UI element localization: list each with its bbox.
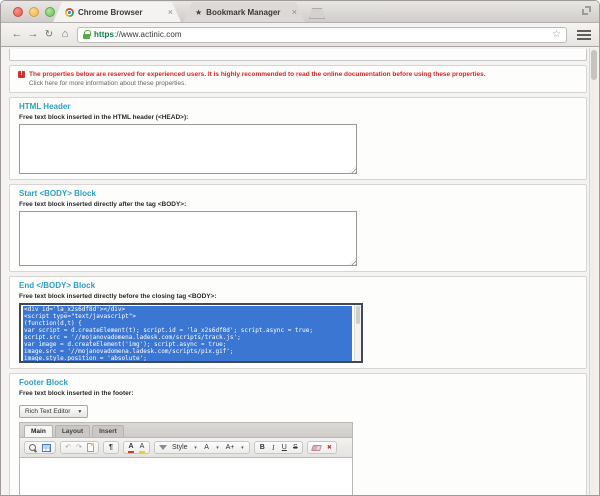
- code-line: script.src = '//mojanovadomena.ladesk.co…: [24, 334, 351, 341]
- pilcrow-icon[interactable]: ¶: [108, 444, 114, 452]
- code-line: (function(d,t) {: [24, 320, 351, 327]
- forward-button[interactable]: →: [25, 29, 41, 40]
- font-family-dropdown[interactable]: A: [204, 444, 210, 452]
- section-title: Footer Block: [19, 378, 577, 387]
- tab-close-icon[interactable]: ×: [168, 8, 173, 16]
- field-label: Free text block inserted in the footer:: [19, 390, 577, 397]
- font-color-button[interactable]: A: [128, 443, 134, 453]
- tab-label: Chrome Browser: [78, 8, 164, 17]
- tab-label: Bookmark Manager: [206, 8, 288, 17]
- code-line: var script = d.createElement(t); script.…: [24, 327, 351, 334]
- url-host: ://www.actinic.com: [114, 30, 182, 39]
- table-icon[interactable]: [42, 444, 51, 452]
- minimize-window-button[interactable]: [29, 7, 39, 17]
- editor-content-area[interactable]: [20, 458, 352, 496]
- bold-button[interactable]: B: [259, 444, 265, 452]
- font-size-dropdown[interactable]: A+: [226, 444, 235, 452]
- tab-strip: Chrome Browser × ★ Bookmark Manager ×: [53, 2, 325, 22]
- search-icon[interactable]: [29, 444, 37, 452]
- html-header-section: HTML Header Free text block inserted in …: [9, 97, 587, 180]
- start-body-textarea[interactable]: [19, 211, 357, 266]
- end-body-textarea[interactable]: <div id='la_x2s6df8d'></div><script type…: [19, 303, 363, 363]
- window-titlebar: Chrome Browser × ★ Bookmark Manager ×: [1, 1, 599, 23]
- code-line: image.src = '//mojanovadomena.ladesk.com…: [24, 348, 351, 355]
- editor-tab[interactable]: Layout: [55, 425, 90, 437]
- highlight-button[interactable]: A: [139, 443, 145, 453]
- tab-bookmark-manager[interactable]: ★ Bookmark Manager ×: [183, 2, 305, 22]
- editor-tab[interactable]: Main: [24, 425, 53, 437]
- settings-page: ! The properties below are reserved for …: [9, 47, 587, 496]
- redo-icon[interactable]: ↷: [76, 444, 82, 452]
- selected-option: Rich Text Editor: [25, 408, 70, 415]
- warning-text: The properties below are reserved for ex…: [29, 70, 486, 79]
- menu-icon[interactable]: [577, 30, 591, 40]
- chevron-down-icon: ▼: [77, 409, 82, 415]
- warning-icon: !: [18, 71, 25, 78]
- html-header-textarea[interactable]: [19, 124, 357, 174]
- tab-close-icon[interactable]: ×: [292, 8, 297, 16]
- chrome-logo-icon: [65, 8, 74, 17]
- eraser-icon[interactable]: [311, 445, 322, 451]
- star-icon: ★: [195, 8, 202, 17]
- url-scheme: https: [94, 30, 114, 39]
- scrollbar-thumb[interactable]: [591, 50, 597, 80]
- new-tab-button[interactable]: [309, 8, 325, 19]
- end-body-section: End </BODY> Block Free text block insert…: [9, 276, 587, 369]
- page-content: ! The properties below are reserved for …: [1, 47, 599, 496]
- navigation-toolbar: ← → ↻ ⌂ https://www.actinic.com ☆: [1, 23, 599, 47]
- section-title: HTML Header: [19, 102, 577, 111]
- window-controls: [13, 7, 55, 17]
- paste-icon[interactable]: [87, 443, 94, 452]
- editor-toolbar: ↶ ↷ ¶ A A Style: [20, 438, 352, 458]
- reload-button[interactable]: ↻: [41, 29, 57, 40]
- editor-tab[interactable]: Insert: [92, 425, 124, 437]
- clear-format-icon[interactable]: [159, 445, 167, 450]
- field-label: Free text block inserted directly after …: [19, 201, 577, 208]
- vertical-scrollbar[interactable]: [589, 48, 598, 496]
- code-line: var image = d.createElement('img'); scri…: [24, 341, 351, 348]
- field-label: Free text block inserted directly before…: [19, 293, 577, 300]
- undo-icon[interactable]: ↶: [65, 444, 71, 452]
- field-label: Free text block inserted in the HTML hea…: [19, 114, 577, 121]
- selected-code-block: <div id='la_x2s6df8d'></div><script type…: [23, 306, 352, 362]
- code-line: <script type="text/javascript">: [24, 313, 351, 320]
- editor-tab-bar: MainLayoutInsert: [20, 423, 352, 438]
- padlock-icon: [83, 30, 90, 39]
- partial-field: [9, 49, 587, 61]
- strikethrough-button[interactable]: S: [292, 444, 298, 452]
- start-body-section: Start <BODY> Block Free text block inser…: [9, 184, 587, 272]
- address-bar[interactable]: https://www.actinic.com ☆: [77, 27, 567, 43]
- chevron-down-icon: ▾: [215, 444, 221, 452]
- chevron-down-icon: ▾: [193, 444, 199, 452]
- warning-panel: ! The properties below are reserved for …: [9, 65, 587, 93]
- warning-more-info-link[interactable]: Click here for more information about th…: [29, 79, 578, 88]
- bookmark-star-icon[interactable]: ☆: [552, 29, 561, 40]
- chevron-down-icon: ▾: [239, 444, 245, 452]
- browser-window: Chrome Browser × ★ Bookmark Manager × ← …: [0, 0, 600, 496]
- rich-text-editor: MainLayoutInsert ↶ ↷ ¶: [19, 422, 353, 496]
- underline-button[interactable]: U: [281, 444, 287, 452]
- textarea-scrollbar[interactable]: [354, 305, 361, 361]
- editor-mode-select[interactable]: Rich Text Editor ▼: [19, 405, 88, 418]
- url-text: https://www.actinic.com: [94, 30, 548, 39]
- italic-button[interactable]: I: [270, 444, 276, 452]
- scrollbar-thumb[interactable]: [356, 306, 360, 324]
- back-button[interactable]: ←: [9, 29, 25, 40]
- home-button[interactable]: ⌂: [57, 29, 73, 40]
- footer-block-section: Footer Block Free text block inserted in…: [9, 373, 587, 496]
- section-title: End </BODY> Block: [19, 281, 577, 290]
- tab-chrome-browser[interactable]: Chrome Browser ×: [53, 2, 181, 22]
- section-title: Start <BODY> Block: [19, 189, 577, 198]
- fullscreen-icon[interactable]: [582, 6, 591, 15]
- close-window-button[interactable]: [13, 7, 23, 17]
- code-line: <div id='la_x2s6df8d'></div>: [24, 306, 351, 313]
- delete-icon[interactable]: ✖: [326, 444, 332, 452]
- code-line: image.style.position = 'absolute';: [24, 355, 351, 362]
- style-dropdown[interactable]: Style: [172, 444, 188, 452]
